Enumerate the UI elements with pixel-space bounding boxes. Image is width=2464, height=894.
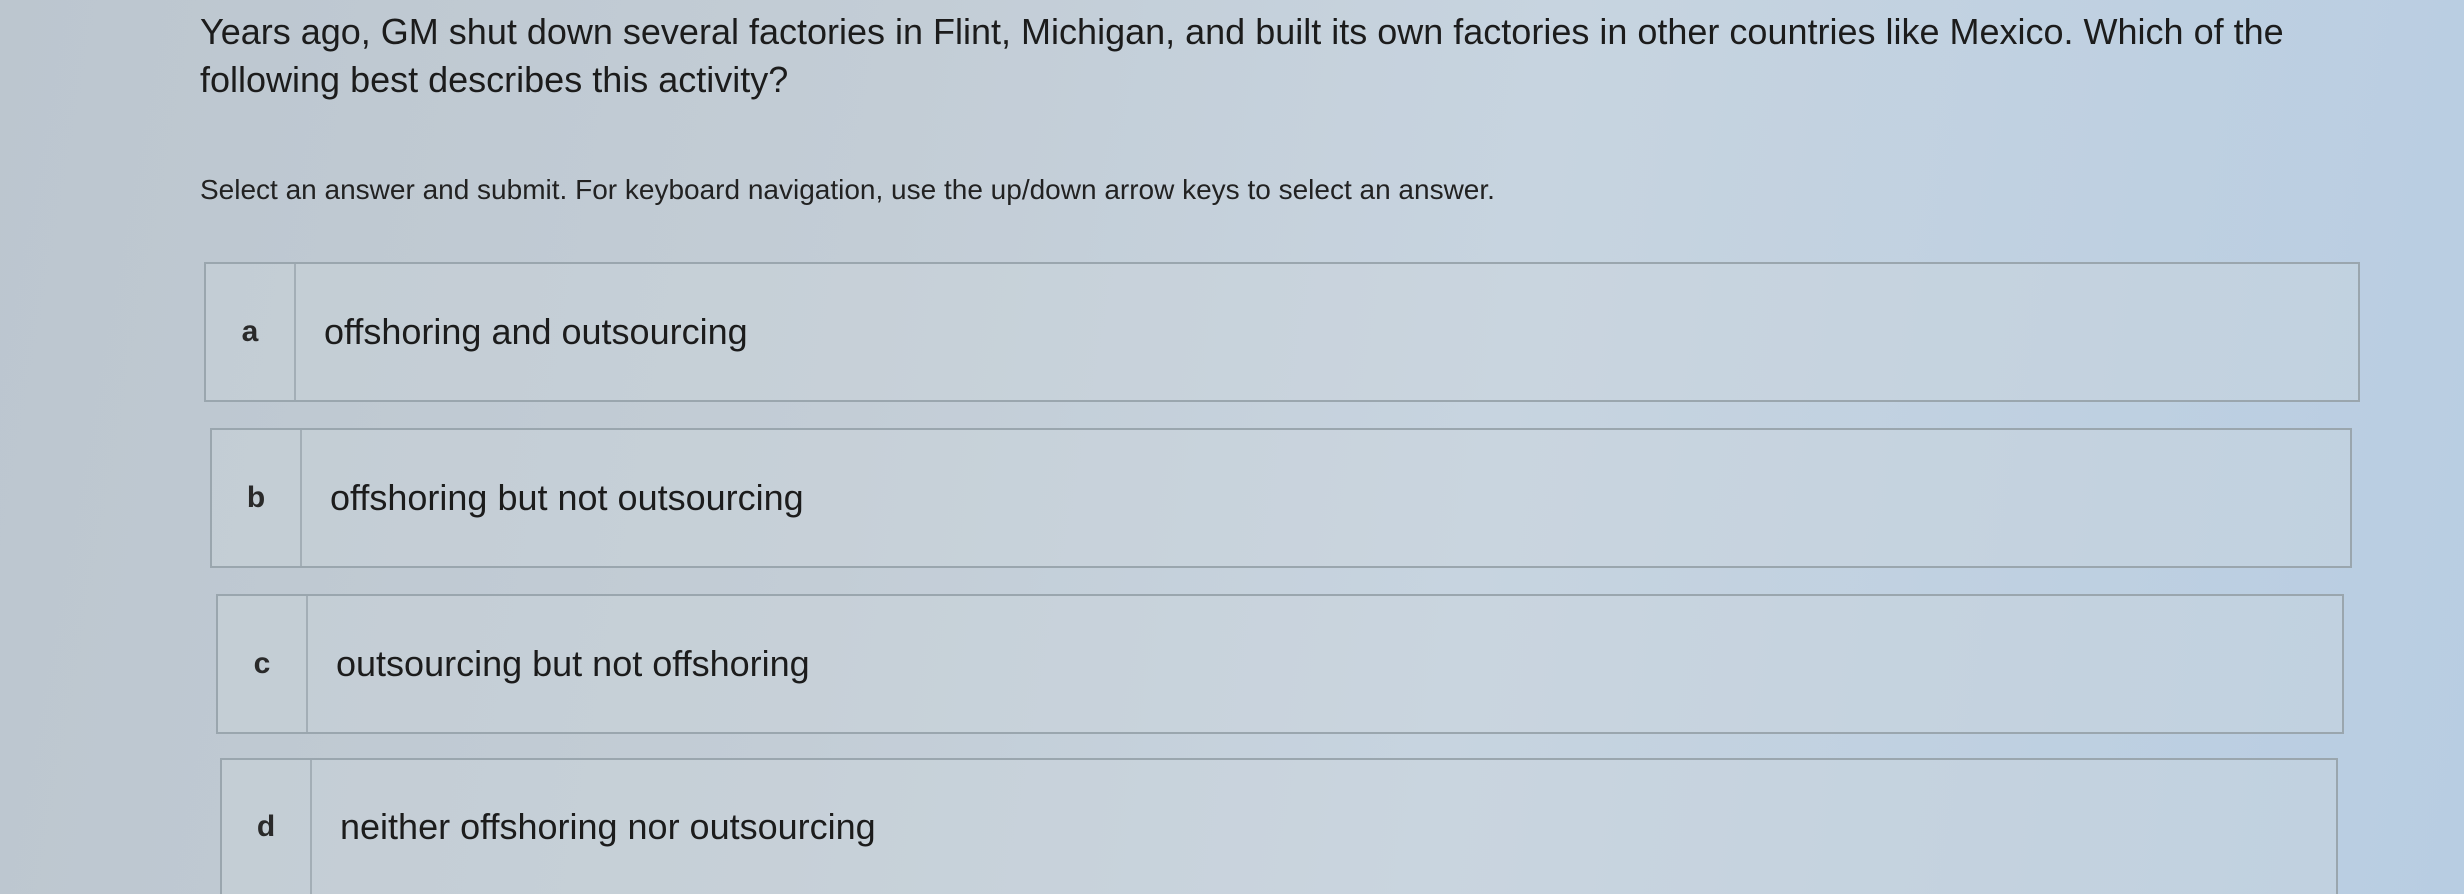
option-letter: c xyxy=(218,596,308,732)
answer-option-b[interactable]: b offshoring but not outsourcing xyxy=(210,428,2352,568)
option-text: outsourcing but not offshoring xyxy=(336,643,810,684)
question-text: Years ago, GM shut down several factorie… xyxy=(200,11,2284,100)
option-letter: a xyxy=(206,264,296,400)
answer-option-d[interactable]: d neither offshoring nor outsourcing xyxy=(220,758,2338,894)
answer-option-c[interactable]: c outsourcing but not offshoring xyxy=(216,594,2344,734)
option-letter: b xyxy=(212,430,302,566)
option-text: offshoring and outsourcing xyxy=(324,311,748,352)
option-letter: d xyxy=(222,760,312,894)
option-text: neither offshoring nor outsourcing xyxy=(340,806,876,847)
answer-instructions: Select an answer and submit. For keyboar… xyxy=(200,174,1495,205)
option-text: offshoring but not outsourcing xyxy=(330,477,804,518)
answer-option-a[interactable]: a offshoring and outsourcing xyxy=(204,262,2360,402)
